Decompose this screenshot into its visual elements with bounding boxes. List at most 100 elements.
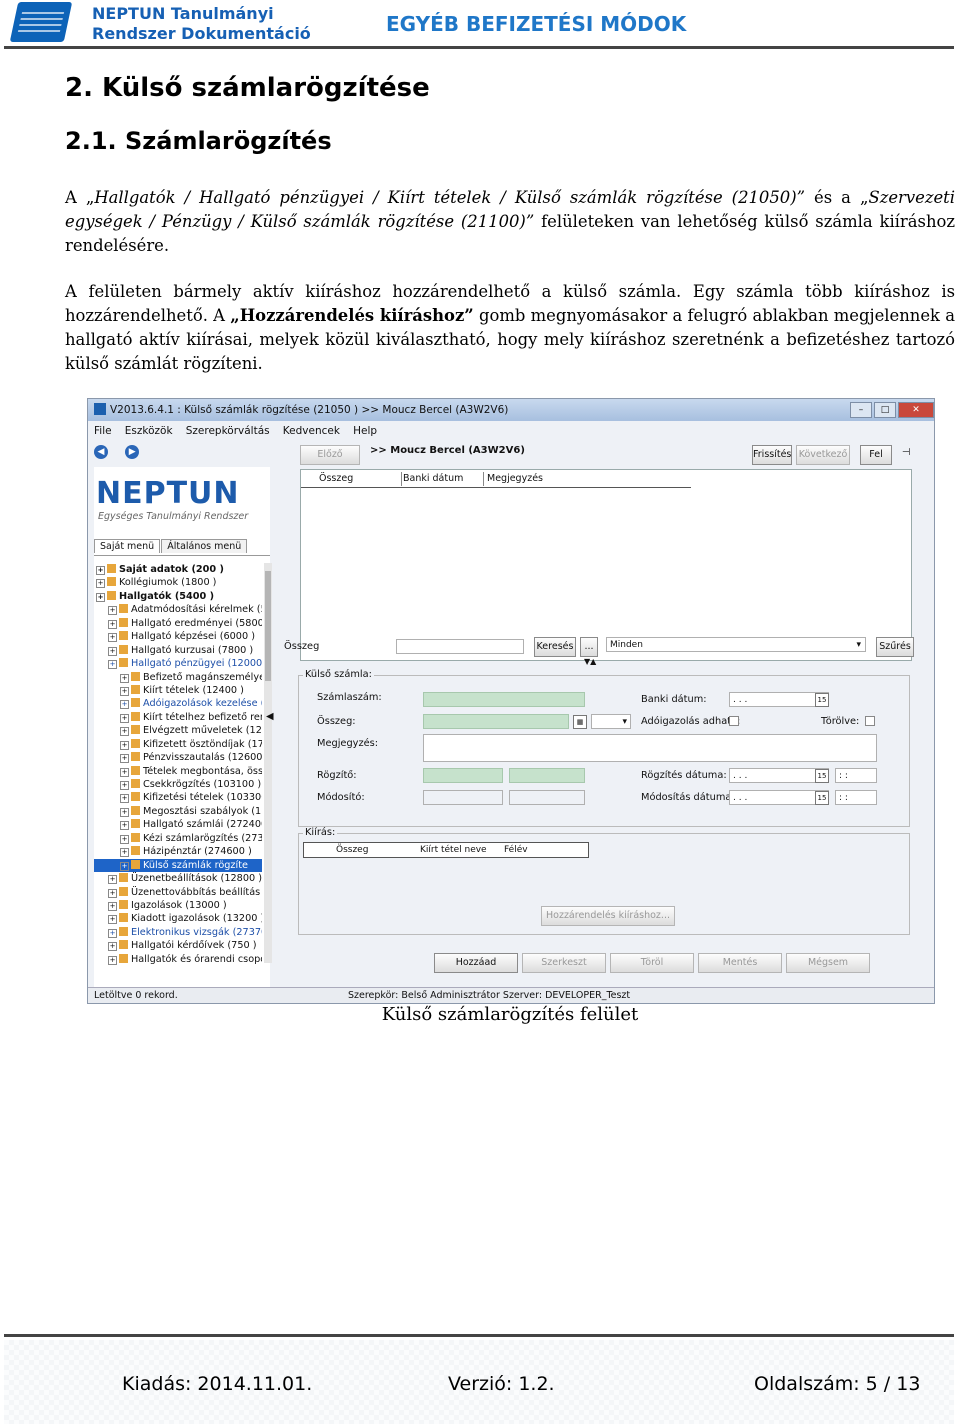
tree-item[interactable]: + Hallgatók (5400 ) xyxy=(94,590,262,603)
add-button[interactable]: Hozzáad xyxy=(434,953,518,973)
tab-sajat-menu[interactable]: Saját menü xyxy=(94,539,161,553)
splitter-arrows-icon[interactable]: ▼▲ xyxy=(584,657,596,666)
tree-item[interactable]: + Üzenetbeállítások (12800 ) xyxy=(94,872,262,885)
next-button[interactable]: Következő xyxy=(796,445,850,465)
tree-item[interactable]: + Kifizetési tételek (103300 xyxy=(94,791,262,804)
delete-button[interactable]: Töröl xyxy=(610,953,694,973)
torolve-checkbox[interactable] xyxy=(865,716,875,726)
tree-item[interactable]: + Kiírt tételek (12400 ) xyxy=(94,684,262,697)
amount-filter-input[interactable] xyxy=(396,639,524,654)
pin-icon[interactable]: ⊣ xyxy=(902,447,911,458)
expand-icon[interactable]: + xyxy=(120,754,129,764)
tree-item[interactable]: + Adatmódosítási kérelmek (5600 xyxy=(94,603,262,616)
up-button[interactable]: Fel xyxy=(860,445,892,465)
expand-icon[interactable]: + xyxy=(108,915,117,925)
tree-item[interactable]: + Házipénztár (274600 ) xyxy=(94,845,262,858)
expand-icon[interactable]: + xyxy=(108,646,117,656)
calendar-icon[interactable]: 15 xyxy=(815,693,829,707)
expand-icon[interactable]: + xyxy=(108,619,117,629)
menu-szerepkorvaltas[interactable]: Szerepkörváltás xyxy=(186,425,270,437)
minimize-button[interactable]: – xyxy=(850,402,872,418)
expand-icon[interactable]: + xyxy=(120,727,129,737)
expand-icon[interactable]: + xyxy=(120,767,129,777)
menu-eszkozok[interactable]: Eszközök xyxy=(125,425,173,437)
invoice-grid[interactable]: Összeg Banki dátum Megjegyzés xyxy=(300,469,912,661)
close-button[interactable]: ✕ xyxy=(898,402,934,418)
expand-icon[interactable]: + xyxy=(120,821,129,831)
expand-icon[interactable]: + xyxy=(108,660,117,670)
szamlaszam-input[interactable] xyxy=(423,692,585,707)
expand-icon[interactable]: + xyxy=(96,592,105,602)
adoigazolas-checkbox[interactable] xyxy=(729,716,739,726)
collapse-sidebar-icon[interactable]: ◀ xyxy=(266,711,274,722)
tree-item[interactable]: + Csekkrögzítés (103100 ) xyxy=(94,778,262,791)
col-osszeg[interactable]: Összeg xyxy=(319,472,402,486)
tree-item[interactable]: + Adóigazolások kezelése ( xyxy=(94,697,262,710)
currency-select[interactable]: ▾ xyxy=(591,714,631,729)
expand-icon[interactable]: + xyxy=(96,579,105,589)
expand-icon[interactable]: + xyxy=(120,713,129,723)
edit-button[interactable]: Szerkeszt xyxy=(522,953,606,973)
expand-icon[interactable]: + xyxy=(108,606,117,616)
tree-item[interactable]: + Hallgatók és órarendi csoport xyxy=(94,953,262,966)
tree-item[interactable]: + Kollégiumok (1800 ) xyxy=(94,576,262,589)
filter-button[interactable]: Szűrés xyxy=(876,637,914,657)
prev-button[interactable]: Előző xyxy=(300,445,360,465)
calendar-icon[interactable]: 15 xyxy=(815,769,829,783)
assign-to-kiiras-button[interactable]: Hozzárendelés kiíráshoz... xyxy=(541,906,675,926)
expand-icon[interactable]: + xyxy=(120,686,129,696)
dots-button[interactable]: ... xyxy=(580,637,598,657)
tree-item[interactable]: + Saját adatok (200 ) xyxy=(94,563,262,576)
expand-icon[interactable]: + xyxy=(120,848,129,858)
tree-item[interactable]: + Kézi számlarögzítés (2737 xyxy=(94,832,262,845)
tree-scrollbar[interactable] xyxy=(264,563,272,963)
expand-icon[interactable]: + xyxy=(96,566,105,575)
col-banki-datum[interactable]: Banki dátum xyxy=(403,472,484,486)
kiiras-col-nev[interactable]: Kiírt tétel neve xyxy=(420,843,487,858)
tree-item[interactable]: + Hallgató eredményei (5800 ) xyxy=(94,617,262,630)
expand-icon[interactable]: + xyxy=(108,888,117,898)
tree-item[interactable]: + Hallgatói kérdőívek (750 ) xyxy=(94,939,262,952)
tab-altalanos-menu[interactable]: Általános menü xyxy=(161,539,248,553)
expand-icon[interactable]: + xyxy=(120,673,129,683)
tree-item[interactable]: + Pénzvisszautalás (12600 xyxy=(94,751,262,764)
megjegyzes-input[interactable] xyxy=(423,734,877,762)
expand-icon[interactable]: + xyxy=(120,740,129,750)
tree-item[interactable]: + Üzenettovábbítás beállítás xyxy=(94,886,262,899)
expand-icon[interactable]: + xyxy=(120,794,129,804)
tree-item[interactable]: + Megosztási szabályok (11 xyxy=(94,805,262,818)
tree-item[interactable]: + Hallgató képzései (6000 ) xyxy=(94,630,262,643)
tree-item[interactable]: + Elvégzett műveletek (125 xyxy=(94,724,262,737)
refresh-button[interactable]: Frissítés xyxy=(752,445,792,465)
menu-help[interactable]: Help xyxy=(353,425,377,437)
osszeg-input[interactable] xyxy=(423,714,569,729)
tree-item[interactable]: + Külső számlák rögzíte xyxy=(94,858,262,873)
menu-file[interactable]: File xyxy=(94,425,112,437)
tree-item[interactable]: + Elektronikus vizsgák (273700 xyxy=(94,926,262,939)
kiiras-col-felev[interactable]: Félév xyxy=(504,843,528,858)
calculator-icon[interactable]: ▦ xyxy=(573,715,587,729)
search-button[interactable]: Keresés xyxy=(534,637,576,657)
expand-icon[interactable]: + xyxy=(120,807,129,817)
banki-datum-input[interactable]: . . . xyxy=(729,692,829,707)
filter-select[interactable]: Minden ▾ xyxy=(606,637,866,652)
expand-icon[interactable]: + xyxy=(108,942,117,952)
col-megjegyzes[interactable]: Megjegyzés xyxy=(487,472,687,486)
expand-icon[interactable]: + xyxy=(108,633,117,643)
expand-icon[interactable]: + xyxy=(108,955,117,965)
save-button[interactable]: Mentés xyxy=(698,953,782,973)
tree-item[interactable]: + Hallgató számlái (272400 xyxy=(94,818,262,831)
expand-icon[interactable]: + xyxy=(108,875,117,885)
cancel-button[interactable]: Mégsem xyxy=(786,953,870,973)
back-icon[interactable]: ◀ xyxy=(94,445,108,459)
calendar-icon[interactable]: 15 xyxy=(815,791,829,805)
tree-item[interactable]: + Tételek megbontása, össz xyxy=(94,765,262,778)
tree-item[interactable]: + Hallgató kurzusai (7800 ) xyxy=(94,644,262,657)
tree-item[interactable]: + Kiadott igazolások (13200 ) xyxy=(94,912,262,925)
expand-icon[interactable]: + xyxy=(120,861,129,871)
kiiras-col-osszeg[interactable]: Összeg xyxy=(336,843,368,858)
forward-icon[interactable]: ▶ xyxy=(125,445,140,459)
tree-item[interactable]: + Kiírt tételhez befizető rend xyxy=(94,711,262,724)
maximize-button[interactable]: □ xyxy=(874,402,896,418)
menu-kedvencek[interactable]: Kedvencek xyxy=(283,425,340,437)
